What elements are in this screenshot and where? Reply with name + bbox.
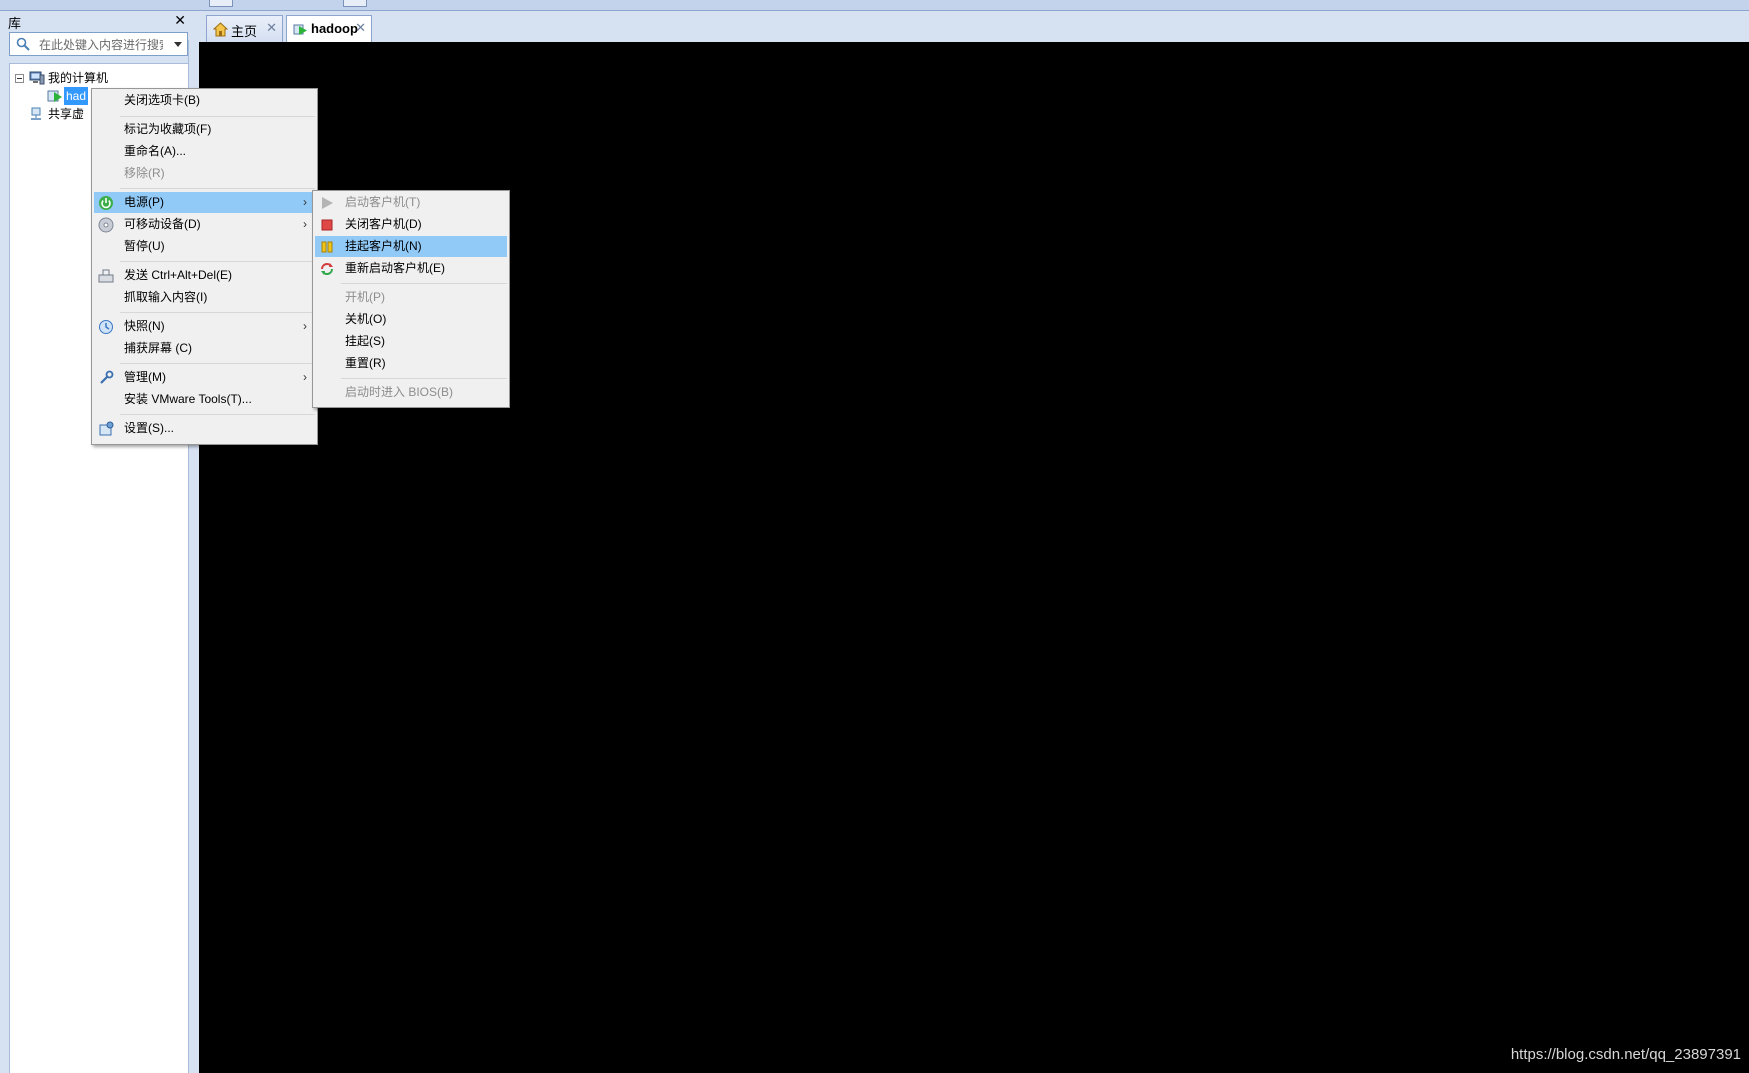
menu-item-removable-devices[interactable]: 可移动设备(D) › bbox=[94, 214, 315, 235]
submenu-item-shutdown-guest[interactable]: 关闭客户机(D) bbox=[315, 214, 507, 235]
chevron-right-icon: › bbox=[303, 195, 307, 209]
computer-icon bbox=[29, 71, 45, 85]
menu-item-remove: 移除(R) bbox=[94, 163, 315, 184]
menu-item-label: 快照(N) bbox=[124, 319, 165, 333]
menu-item-label: 挂起客户机(N) bbox=[345, 239, 422, 253]
pause-icon bbox=[321, 241, 333, 253]
keyboard-icon bbox=[98, 269, 114, 283]
menu-item-close-tab[interactable]: 关闭选项卡(B) bbox=[94, 90, 315, 111]
wrench-icon bbox=[100, 370, 114, 384]
menu-item-label: 开机(P) bbox=[345, 290, 385, 304]
menu-separator bbox=[341, 283, 507, 284]
snapshot-icon bbox=[99, 320, 113, 334]
menu-separator bbox=[120, 116, 315, 117]
tab-bar: 主页 ✕ hadoop ✕ bbox=[192, 11, 1749, 43]
disc-icon bbox=[98, 217, 114, 233]
submenu-item-power-on: 开机(P) bbox=[315, 287, 507, 308]
menu-item-label: 标记为收藏项(F) bbox=[124, 122, 212, 136]
menu-item-grab-input[interactable]: 抓取输入内容(I) bbox=[94, 287, 315, 308]
chevron-right-icon: › bbox=[303, 319, 307, 333]
search-input[interactable] bbox=[37, 35, 165, 55]
menu-item-label: 设置(S)... bbox=[124, 421, 174, 435]
menu-item-send-cad[interactable]: 发送 Ctrl+Alt+Del(E) bbox=[94, 265, 315, 286]
power-submenu: 启动客户机(T) 关闭客户机(D) 挂起客户机(N) 重新启动客户机(E) 开机… bbox=[312, 190, 510, 408]
home-icon bbox=[213, 22, 228, 37]
menu-item-capture-screen[interactable]: 捕获屏幕 (C) bbox=[94, 338, 315, 359]
close-icon[interactable]: ✕ bbox=[266, 20, 277, 36]
menu-item-label: 关机(O) bbox=[345, 312, 387, 326]
menu-separator bbox=[120, 414, 315, 415]
menu-separator bbox=[120, 261, 315, 262]
menu-item-install-tools[interactable]: 安装 VMware Tools(T)... bbox=[94, 389, 315, 410]
tab-label: hadoop bbox=[311, 21, 358, 36]
tree-item-my-computer[interactable]: 我的计算机 bbox=[10, 69, 190, 87]
submenu-item-reset[interactable]: 重置(R) bbox=[315, 353, 507, 374]
menu-item-pause[interactable]: 暂停(U) bbox=[94, 236, 315, 257]
collapse-icon[interactable] bbox=[15, 74, 24, 83]
shared-vm-icon bbox=[31, 107, 41, 120]
submenu-item-restart-guest[interactable]: 重新启动客户机(E) bbox=[315, 258, 507, 279]
toolbar-button[interactable] bbox=[209, 0, 233, 7]
library-header: 库 ✕ bbox=[0, 11, 192, 31]
close-icon[interactable]: ✕ bbox=[355, 20, 366, 36]
submenu-item-power-off[interactable]: 关机(O) bbox=[315, 309, 507, 330]
submenu-item-suspend-guest[interactable]: 挂起客户机(N) bbox=[315, 236, 507, 257]
submenu-item-start-guest: 启动客户机(T) bbox=[315, 192, 507, 213]
tab-label: 主页 bbox=[231, 24, 258, 39]
play-icon bbox=[322, 197, 333, 209]
menu-item-settings[interactable]: 设置(S)... bbox=[94, 418, 315, 439]
tab-home[interactable]: 主页 ✕ bbox=[206, 15, 283, 42]
menu-item-label: 捕获屏幕 (C) bbox=[124, 341, 192, 355]
vm-running-icon bbox=[293, 24, 307, 35]
restart-icon bbox=[321, 263, 333, 275]
menu-item-label: 抓取输入内容(I) bbox=[124, 290, 208, 304]
close-icon[interactable]: ✕ bbox=[174, 12, 186, 29]
tree-label-vm: had bbox=[64, 87, 89, 105]
stop-icon bbox=[321, 219, 333, 231]
menu-item-label: 发送 Ctrl+Alt+Del(E) bbox=[124, 268, 233, 282]
menu-item-label: 重置(R) bbox=[345, 356, 386, 370]
menu-item-label: 重命名(A)... bbox=[124, 144, 186, 158]
tree-label-shared: 共享虚 bbox=[48, 107, 85, 121]
vm-running-icon bbox=[47, 90, 62, 102]
menu-item-label: 关闭选项卡(B) bbox=[124, 93, 200, 107]
menu-item-label: 可移动设备(D) bbox=[124, 217, 201, 231]
chevron-right-icon: › bbox=[303, 370, 307, 384]
tab-hadoop[interactable]: hadoop ✕ bbox=[286, 15, 372, 43]
menu-item-label: 管理(M) bbox=[124, 370, 166, 384]
menu-item-label: 暂停(U) bbox=[124, 239, 165, 253]
tree-label-my-computer: 我的计算机 bbox=[48, 71, 109, 85]
library-title: 库 bbox=[8, 16, 22, 31]
menu-item-rename[interactable]: 重命名(A)... bbox=[94, 141, 315, 162]
menu-item-label: 移除(R) bbox=[124, 166, 165, 180]
menu-separator bbox=[120, 363, 315, 364]
menu-item-label: 挂起(S) bbox=[345, 334, 385, 348]
context-menu: 关闭选项卡(B) 标记为收藏项(F) 重命名(A)... 移除(R) 电源(P)… bbox=[91, 88, 318, 445]
menu-item-label: 启动时进入 BIOS(B) bbox=[345, 385, 454, 399]
menu-item-label: 电源(P) bbox=[124, 195, 164, 209]
library-search[interactable] bbox=[9, 32, 188, 56]
settings-icon bbox=[99, 421, 114, 436]
menu-separator bbox=[120, 312, 315, 313]
submenu-item-bios: 启动时进入 BIOS(B) bbox=[315, 382, 507, 403]
toolbar-strip bbox=[0, 0, 1749, 11]
power-icon bbox=[99, 196, 113, 210]
menu-item-favorite[interactable]: 标记为收藏项(F) bbox=[94, 119, 315, 140]
menu-item-label: 关闭客户机(D) bbox=[345, 217, 422, 231]
menu-separator bbox=[341, 378, 507, 379]
menu-item-label: 启动客户机(T) bbox=[345, 195, 421, 209]
menu-item-power[interactable]: 电源(P) › bbox=[94, 192, 315, 213]
search-icon bbox=[16, 37, 30, 51]
submenu-item-suspend[interactable]: 挂起(S) bbox=[315, 331, 507, 352]
menu-item-snapshot[interactable]: 快照(N) › bbox=[94, 316, 315, 337]
chevron-down-icon[interactable] bbox=[174, 42, 182, 47]
watermark: https://blog.csdn.net/qq_23897391 bbox=[1510, 1046, 1741, 1063]
menu-separator bbox=[120, 188, 315, 189]
toolbar-button[interactable] bbox=[343, 0, 367, 7]
menu-item-label: 重新启动客户机(E) bbox=[345, 261, 445, 275]
menu-item-manage[interactable]: 管理(M) › bbox=[94, 367, 315, 388]
menu-item-label: 安装 VMware Tools(T)... bbox=[124, 392, 252, 406]
chevron-right-icon: › bbox=[303, 217, 307, 231]
